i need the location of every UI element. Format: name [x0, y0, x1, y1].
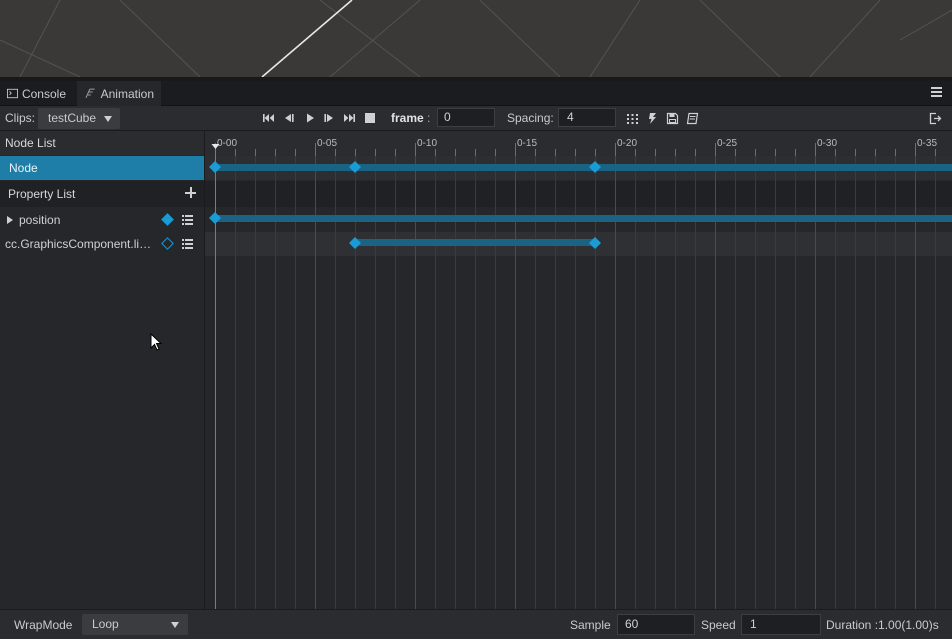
property-list-header: Property List: [0, 181, 204, 207]
tab-animation-label: Animation: [100, 86, 154, 101]
add-property-icon[interactable]: [185, 187, 196, 198]
sample-label: Sample: [570, 618, 611, 632]
panel-menu-icon[interactable]: [931, 87, 942, 97]
exit-icon[interactable]: [929, 112, 942, 125]
scene-grid: [0, 0, 952, 77]
frame-label-colon: :: [427, 111, 431, 125]
bottom-bar: WrapMode Loop Sample 60 Speed 1 Duration…: [0, 609, 952, 639]
position-track-bar: [215, 215, 952, 222]
timeline-canvas[interactable]: 0-00 0-05 0-10 0-15 0-20 0-25 0-30 0-35: [205, 131, 952, 609]
chevron-down-icon: [171, 622, 179, 628]
wrapmode-value: Loop: [92, 617, 119, 631]
save-icon[interactable]: [666, 112, 679, 125]
keyframe-diamond-outline-icon[interactable]: [161, 237, 174, 250]
jump-first-frame-icon[interactable]: [263, 112, 275, 124]
tick-label: 0-25: [717, 138, 737, 149]
clips-label: Clips:: [5, 111, 36, 125]
timeline-area[interactable]: 0-00 0-05 0-10 0-15 0-20 0-25 0-30 0-35: [204, 131, 952, 609]
frame-input[interactable]: 0: [437, 108, 495, 127]
frame-label: frame :: [391, 111, 430, 125]
clips-dropdown[interactable]: testCube: [38, 108, 120, 129]
scene-viewport[interactable]: [0, 0, 952, 77]
play-icon[interactable]: [304, 112, 316, 124]
sample-input[interactable]: 60: [617, 614, 695, 635]
graphics-track-bar: [355, 239, 595, 246]
animation-toolbar: Clips: testCube frame : 0 Spacing: 4: [0, 106, 952, 131]
expand-arrow-icon[interactable]: [7, 216, 13, 224]
property-name: position: [19, 213, 61, 227]
property-menu-icon[interactable]: [182, 239, 193, 249]
speed-input[interactable]: 1: [741, 614, 821, 635]
tab-animation[interactable]: Animation: [77, 81, 161, 106]
property-row-position[interactable]: position: [0, 208, 204, 232]
stop-icon[interactable]: [364, 112, 376, 124]
spacing-label: Spacing:: [507, 111, 554, 125]
property-menu-icon[interactable]: [182, 215, 193, 225]
node-list-item-node[interactable]: Node: [0, 156, 204, 180]
tick-label: 0-20: [617, 138, 637, 149]
property-row-graphics-linewidth[interactable]: cc.GraphicsComponent.lineWidth: [0, 232, 204, 256]
node-track-bar: [215, 164, 952, 171]
property-name: cc.GraphicsComponent.lineWidth: [5, 237, 157, 251]
next-frame-icon[interactable]: [323, 112, 335, 124]
event-lightning-icon[interactable]: [646, 112, 659, 125]
prev-frame-icon[interactable]: [283, 112, 295, 124]
mouse-cursor-icon: [150, 333, 163, 351]
speed-label: Speed: [701, 618, 736, 632]
book-icon[interactable]: [686, 112, 699, 125]
spacing-input[interactable]: 4: [558, 108, 616, 127]
duration-text: Duration :1.00(1.00)s: [826, 618, 939, 632]
scene-object-line: [261, 0, 353, 77]
tick-label: 0-05: [317, 138, 337, 149]
wrapmode-dropdown[interactable]: Loop: [82, 614, 188, 635]
node-list-header: Node List: [0, 131, 204, 155]
jump-last-frame-icon[interactable]: [343, 112, 355, 124]
tab-console[interactable]: Console: [0, 81, 73, 106]
frame-label-text: frame: [391, 111, 424, 125]
animation-icon: [85, 88, 95, 99]
keyframe-diamond-icon[interactable]: [161, 213, 174, 226]
tick-label: 0-15: [517, 138, 537, 149]
tick-label: 0-30: [817, 138, 837, 149]
tick-label: 0-10: [417, 138, 437, 149]
wrapmode-label: WrapMode: [14, 618, 73, 632]
left-panel: Node List Node Property List position cc…: [0, 131, 204, 609]
grid-dots-icon[interactable]: [626, 112, 639, 125]
property-header-track: [205, 181, 952, 207]
property-list-label: Property List: [8, 187, 76, 201]
tick-label: 0-35: [917, 138, 937, 149]
chevron-down-icon: [104, 116, 112, 122]
console-icon: [7, 88, 18, 99]
tab-console-label: Console: [21, 86, 66, 101]
panel-tab-bar: Console Animation: [0, 81, 952, 106]
clips-selected-value: testCube: [48, 111, 97, 125]
tick-label: 0-00: [217, 138, 237, 149]
